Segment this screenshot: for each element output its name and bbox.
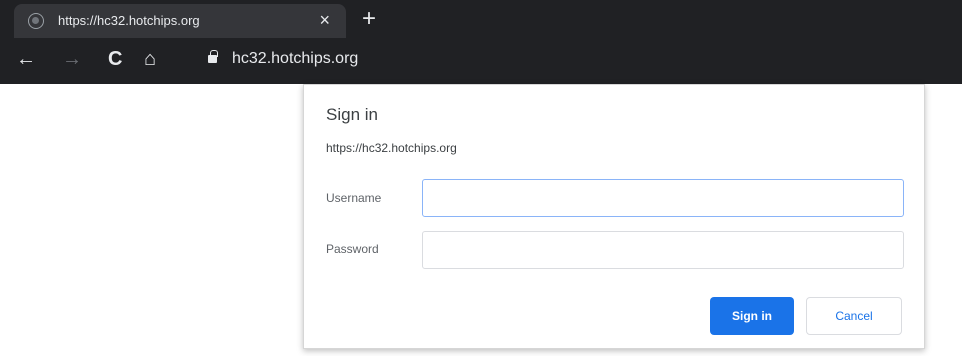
back-icon[interactable]: ← <box>16 47 36 71</box>
dialog-title: Sign in <box>326 105 378 124</box>
username-field[interactable] <box>422 179 904 217</box>
sign-in-button[interactable]: Sign in <box>710 297 794 335</box>
browser-chrome: https://hc32.hotchips.org × + ← → C ⌂ hc… <box>0 0 962 84</box>
forward-icon[interactable]: → <box>62 47 82 71</box>
address-url[interactable]: hc32.hotchips.org <box>232 50 358 68</box>
cancel-button[interactable]: Cancel <box>806 297 902 335</box>
globe-icon <box>28 13 44 29</box>
browser-tab[interactable]: https://hc32.hotchips.org × <box>14 4 346 38</box>
sign-in-dialog: Sign in https://hc32.hotchips.org Userna… <box>303 84 925 349</box>
browser-toolbar: ← → C ⌂ hc32.hotchips.org <box>0 38 962 84</box>
address-bar[interactable]: hc32.hotchips.org <box>196 44 956 76</box>
lock-icon[interactable] <box>208 50 218 63</box>
username-label: Username <box>326 191 382 205</box>
tab-title: https://hc32.hotchips.org <box>58 13 200 28</box>
reload-icon[interactable]: C <box>108 47 122 71</box>
new-tab-icon[interactable]: + <box>362 6 376 32</box>
close-tab-icon[interactable]: × <box>319 9 330 31</box>
password-field[interactable] <box>422 231 904 269</box>
password-label: Password <box>326 242 379 256</box>
dialog-origin: https://hc32.hotchips.org <box>326 141 457 155</box>
home-icon[interactable]: ⌂ <box>144 47 156 71</box>
